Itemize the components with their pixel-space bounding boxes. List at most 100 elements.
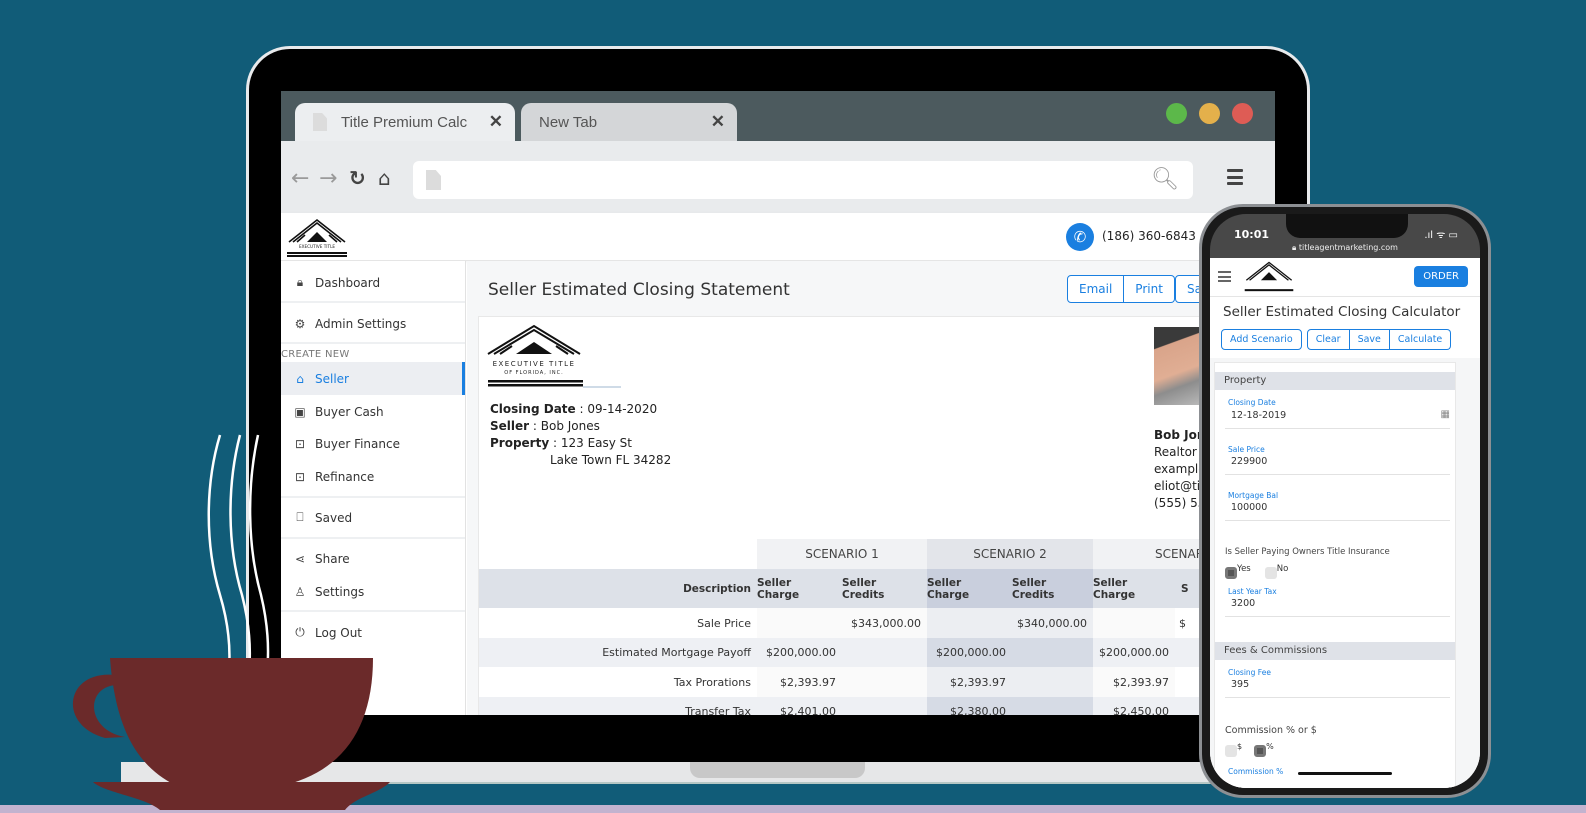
agent-email: eliot@tit bbox=[1154, 479, 1205, 493]
property-line1: 123 Easy St bbox=[560, 436, 632, 450]
row-value bbox=[927, 608, 1012, 638]
statement-card: EXECUTIVE TITLE OF FLORIDA, INC. Closing… bbox=[478, 316, 1275, 715]
phone-page: ORDER Seller Estimated Closing Calculato… bbox=[1210, 258, 1480, 788]
close-window-button[interactable] bbox=[1232, 103, 1253, 124]
order-button[interactable]: ORDER bbox=[1414, 266, 1468, 287]
closing-date-input[interactable]: 12-18-2019 ▦ bbox=[1225, 407, 1450, 429]
agent-name: Bob Jon bbox=[1154, 428, 1206, 442]
table-row: Transfer Tax $2,401.00 $2,380.00 $2,450.00 bbox=[479, 696, 1275, 715]
col-s1-charge: Seller Charge bbox=[757, 576, 800, 601]
tab-title-premium-calc[interactable]: Title Premium Calc ✕ bbox=[295, 103, 515, 141]
table-row: Sale Price $343,000.00 $340,000.00 $ bbox=[479, 608, 1275, 638]
clear-button[interactable]: Clear bbox=[1306, 329, 1350, 350]
col-s1-credits: Seller Credits bbox=[842, 576, 885, 601]
closing-date-value: 09-14-2020 bbox=[587, 402, 658, 416]
sidebar-item-label: Admin Settings bbox=[315, 316, 407, 331]
minimize-button[interactable] bbox=[1199, 103, 1220, 124]
sidebar-item-admin-settings[interactable]: ⚙ Admin Settings bbox=[281, 307, 465, 340]
sidebar-item-label: Buyer Cash bbox=[315, 404, 384, 419]
add-scenario-button[interactable]: Add Scenario bbox=[1221, 329, 1302, 350]
seller-label: Seller bbox=[490, 419, 530, 433]
radio-percent-selected[interactable] bbox=[1254, 745, 1267, 757]
page-icon bbox=[426, 170, 441, 190]
phone-action-buttons: Add Scenario Clear Save Calculate bbox=[1221, 329, 1452, 350]
phone-page-title: Seller Estimated Closing Calculator bbox=[1223, 304, 1461, 320]
close-tab-icon[interactable]: ✕ bbox=[489, 112, 503, 132]
commission-question: Commission % or $ bbox=[1225, 725, 1317, 736]
sidebar-item-buyer-cash[interactable]: ▣ Buyer Cash bbox=[281, 395, 465, 428]
radio-yes-selected[interactable] bbox=[1225, 567, 1237, 579]
row-value bbox=[842, 696, 927, 715]
logo-line2: OF FLORIDA, INC. bbox=[504, 370, 563, 376]
radio-yes-label: Yes bbox=[1237, 564, 1251, 574]
row-value: $343,000.00 bbox=[842, 608, 927, 638]
agent-website: example bbox=[1154, 462, 1206, 476]
maximize-button[interactable] bbox=[1166, 103, 1187, 124]
company-logo[interactable]: EXECUTIVE TITLE bbox=[285, 217, 349, 263]
sidebar-item-seller[interactable]: ⌂ Seller bbox=[281, 362, 465, 395]
row-value: $2,450.00 bbox=[1093, 696, 1175, 715]
row-description: Sale Price bbox=[697, 616, 751, 630]
logo-line1: EXECUTIVE TITLE bbox=[493, 360, 576, 368]
closing-fee-input[interactable]: 395 bbox=[1225, 676, 1450, 698]
closing-date-label: Closing Date bbox=[1228, 398, 1276, 407]
statement-info: Closing Date : 09-14-2020 Seller : Bob J… bbox=[490, 402, 672, 467]
calendar-icon[interactable]: ▦ bbox=[1441, 409, 1450, 420]
divider bbox=[281, 301, 465, 303]
back-arrow-icon[interactable]: ← bbox=[291, 166, 309, 191]
tab-label: Title Premium Calc bbox=[341, 113, 468, 131]
tab-new-tab[interactable]: New Tab ✕ bbox=[521, 103, 737, 141]
phone-menu-icon[interactable] bbox=[1218, 271, 1231, 282]
radio-dollar[interactable] bbox=[1225, 745, 1237, 757]
reload-icon[interactable]: ↻ bbox=[349, 166, 366, 190]
owners-title-radio-group: Yes No bbox=[1225, 564, 1288, 579]
radio-percent-label: % bbox=[1266, 742, 1274, 751]
row-description: Transfer Tax bbox=[685, 705, 751, 715]
address-bar[interactable]: 🔍︎ bbox=[413, 161, 1193, 199]
property-label: Property bbox=[490, 436, 550, 450]
radio-no[interactable] bbox=[1264, 567, 1277, 579]
radio-no-label: No bbox=[1276, 564, 1289, 574]
sale-price-input[interactable]: 229900 bbox=[1225, 453, 1450, 475]
logo-text: EXECUTIVE TITLE bbox=[299, 244, 335, 249]
forward-arrow-icon[interactable]: → bbox=[319, 166, 337, 191]
home-indicator[interactable] bbox=[1298, 772, 1392, 775]
phone-url-text: titleagentmarketing.com bbox=[1298, 243, 1398, 252]
last-year-tax-input[interactable]: 3200 bbox=[1225, 595, 1450, 617]
phone-url[interactable]: 🔒︎ titleagentmarketing.com bbox=[1210, 243, 1480, 253]
table-row: Tax Prorations $2,393.97 $2,393.97 $2,393.9… bbox=[479, 667, 1275, 697]
col-s2-credits: Seller Credits bbox=[1012, 569, 1093, 608]
phone-screen: 10:01 .ıl ᯤ ▭ 🔒︎ titleagentmarketing.com… bbox=[1210, 214, 1480, 788]
sidebar-item-dashboard[interactable]: 🔒︎ Dashboard bbox=[281, 266, 465, 299]
phone-logo[interactable] bbox=[1243, 260, 1295, 294]
row-value: $200,000.00 bbox=[927, 637, 1012, 668]
close-tab-icon[interactable]: ✕ bbox=[711, 112, 725, 132]
tab-label: New Tab bbox=[539, 113, 598, 131]
house-icon: ⌂ bbox=[296, 371, 304, 386]
lock-icon: 🔒︎ bbox=[296, 275, 304, 289]
phone-save-button[interactable]: Save bbox=[1349, 329, 1390, 350]
col-description: Description bbox=[683, 582, 751, 595]
row-description: Tax Prorations bbox=[673, 675, 751, 689]
owners-title-question: Is Seller Paying Owners Title Insurance bbox=[1225, 547, 1390, 557]
page-title: Seller Estimated Closing Statement bbox=[488, 280, 790, 300]
search-icon[interactable]: 🔍︎ bbox=[1151, 167, 1179, 192]
document-icon bbox=[313, 113, 327, 131]
window-controls bbox=[1166, 103, 1253, 124]
mortgage-bal-input[interactable]: 100000 bbox=[1225, 499, 1450, 521]
status-time: 10:01 bbox=[1234, 228, 1270, 241]
row-value: $2,401.00 bbox=[757, 696, 842, 715]
phone-icon[interactable]: ✆ bbox=[1066, 223, 1094, 251]
laptop-notch bbox=[690, 762, 865, 778]
calculate-button[interactable]: Calculate bbox=[1389, 329, 1452, 350]
print-button[interactable]: Print bbox=[1124, 275, 1175, 303]
home-icon[interactable]: ⌂ bbox=[378, 166, 391, 190]
cash-icon: ▣ bbox=[294, 404, 306, 419]
email-button[interactable]: Email bbox=[1067, 275, 1125, 303]
col-s3-charge: Seller Charge bbox=[1093, 576, 1136, 601]
row-value: $200,000.00 bbox=[757, 637, 842, 668]
phone-number[interactable]: (186) 360-6843 bbox=[1102, 229, 1196, 243]
property-line2: Lake Town FL 34282 bbox=[550, 453, 672, 467]
gear-icon: ⚙ bbox=[294, 316, 306, 331]
browser-menu-icon[interactable] bbox=[1227, 169, 1243, 185]
